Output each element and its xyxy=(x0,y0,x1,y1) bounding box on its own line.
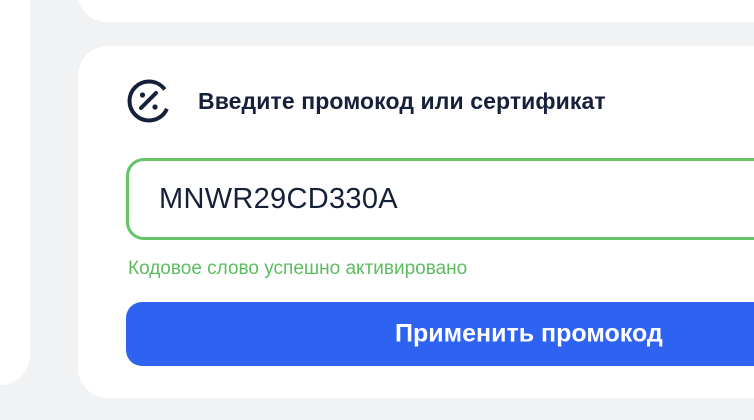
top-card xyxy=(78,0,754,22)
promo-header: Введите промокод или сертификат xyxy=(126,78,606,124)
promo-title: Введите промокод или сертификат xyxy=(198,87,606,114)
promo-code-field[interactable] xyxy=(126,158,754,240)
discount-percent-icon xyxy=(126,78,172,124)
page: Введите промокод или сертификат Кодовое … xyxy=(0,0,754,420)
promo-code-input[interactable] xyxy=(159,182,659,216)
promo-card: Введите промокод или сертификат Кодовое … xyxy=(78,46,754,398)
apply-promo-button[interactable]: Применить промокод xyxy=(126,302,754,366)
apply-promo-button-label: Применить промокод xyxy=(395,319,663,348)
promo-status-message: Кодовое слово успешно активировано xyxy=(128,258,468,279)
left-panel xyxy=(0,0,30,385)
